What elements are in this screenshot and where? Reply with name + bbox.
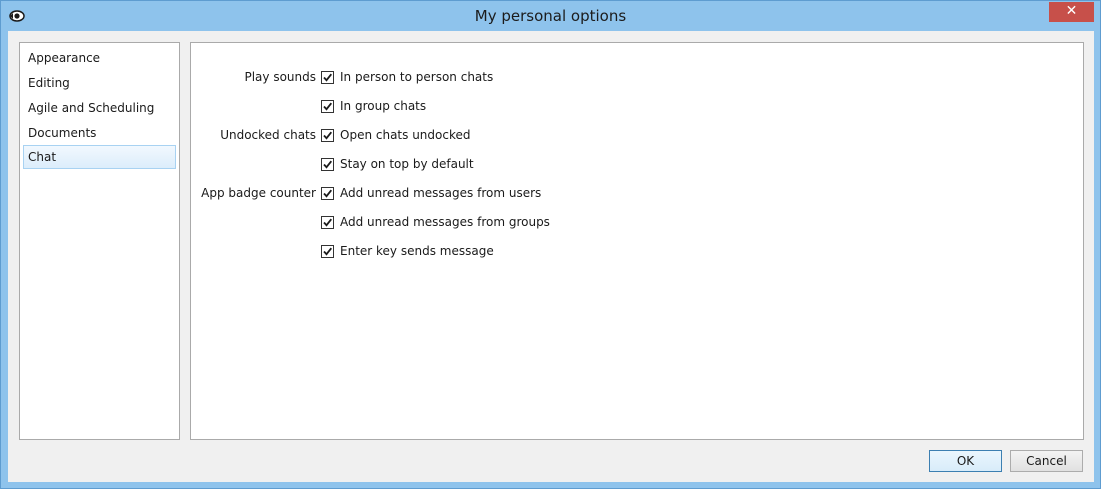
checkbox-checked[interactable]: [321, 99, 334, 113]
checkbox-checked[interactable]: [321, 186, 334, 200]
option-open-chats-undocked[interactable]: Open chats undocked: [321, 127, 470, 143]
option-label: Add unread messages from users: [340, 186, 542, 200]
chat-options-panel: Play sounds Undocked chats App badge cou…: [190, 42, 1084, 440]
option-label: Open chats undocked: [340, 128, 471, 142]
window-title: My personal options: [474, 7, 627, 25]
ok-button[interactable]: OK: [929, 450, 1002, 472]
option-group-chats[interactable]: In group chats: [321, 98, 426, 114]
group-label-play-sounds: Play sounds: [244, 70, 316, 84]
option-label: In group chats: [340, 99, 427, 113]
group-label-undocked-chats: Undocked chats: [220, 128, 316, 142]
option-label: Add unread messages from groups: [340, 215, 550, 229]
option-label: In person to person chats: [340, 70, 494, 84]
nav-item-chat[interactable]: Chat: [23, 145, 176, 169]
option-enter-key-sends[interactable]: Enter key sends message: [321, 243, 494, 259]
cancel-button[interactable]: Cancel: [1010, 450, 1083, 472]
nav-item-editing[interactable]: Editing: [23, 71, 176, 95]
option-unread-from-groups[interactable]: Add unread messages from groups: [321, 214, 550, 230]
nav-item-appearance[interactable]: Appearance: [23, 46, 176, 70]
nav-item-agile-scheduling[interactable]: Agile and Scheduling: [23, 96, 176, 120]
group-label-app-badge-counter: App badge counter: [201, 186, 316, 200]
checkbox-checked[interactable]: [321, 70, 334, 84]
option-unread-from-users[interactable]: Add unread messages from users: [321, 185, 541, 201]
options-window: My personal options ✕ Appearance Editing…: [0, 0, 1101, 489]
checkbox-checked[interactable]: [321, 215, 334, 229]
close-icon: ✕: [1065, 3, 1078, 19]
dialog-body: Appearance Editing Agile and Scheduling …: [8, 31, 1094, 482]
close-button[interactable]: ✕: [1049, 2, 1094, 22]
nav-item-documents[interactable]: Documents: [23, 121, 176, 145]
checkbox-checked[interactable]: [321, 157, 334, 171]
checkbox-checked[interactable]: [321, 128, 334, 142]
option-label: Stay on top by default: [340, 157, 474, 171]
option-stay-on-top[interactable]: Stay on top by default: [321, 156, 474, 172]
category-list: Appearance Editing Agile and Scheduling …: [19, 42, 180, 440]
option-label: Enter key sends message: [340, 244, 494, 258]
title-bar[interactable]: My personal options ✕: [1, 1, 1100, 31]
option-person-to-person-chats[interactable]: In person to person chats: [321, 69, 493, 85]
checkbox-checked[interactable]: [321, 244, 334, 258]
